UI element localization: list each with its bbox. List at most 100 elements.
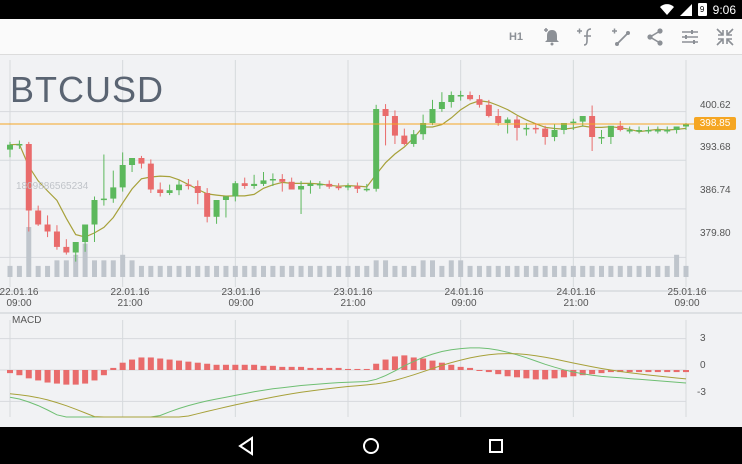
status-icons: 9 9:06 — [659, 0, 736, 19]
candle-body — [373, 109, 380, 189]
volume-bar — [157, 265, 163, 277]
candle-body — [82, 224, 89, 242]
volume-bar — [505, 265, 511, 277]
macd-histogram-bar — [495, 370, 502, 375]
drawing-tool-icon[interactable] — [609, 25, 633, 49]
volume-bar — [317, 265, 323, 277]
macd-histogram-bar — [382, 359, 389, 370]
volume-bar — [383, 260, 389, 277]
macd-histogram-bar — [213, 364, 220, 370]
volume-bar — [430, 260, 435, 277]
candle-body — [645, 130, 652, 132]
candle-body — [476, 99, 483, 105]
volume-bar — [458, 260, 464, 277]
settings-sliders-icon[interactable] — [678, 25, 702, 49]
macd-histogram-bar — [626, 370, 633, 373]
alert-icon[interactable] — [540, 25, 564, 49]
macd-histogram-bar — [476, 370, 483, 371]
volume-bar — [176, 265, 182, 277]
candle-body — [636, 130, 643, 132]
time-label: 24.01.16 21:00 — [556, 287, 596, 309]
volume-bar — [683, 265, 689, 277]
battery-icon: 9 — [697, 3, 707, 16]
candle-body — [251, 183, 258, 186]
macd-label: -3 — [697, 387, 706, 398]
macd-histogram-bar — [185, 361, 192, 370]
macd-histogram-bar — [166, 359, 173, 370]
interval-button[interactable]: H1 — [504, 25, 528, 49]
candle-body — [213, 200, 220, 217]
volume-bar — [655, 265, 661, 277]
macd-histogram-bar — [72, 370, 79, 385]
macd-histogram-bar — [204, 363, 211, 370]
volume-bar — [627, 265, 633, 277]
volume-bar — [270, 265, 276, 277]
volume-bar — [223, 265, 229, 277]
time-label: 23.01.16 21:00 — [333, 287, 373, 309]
macd-histogram-bar — [354, 368, 361, 370]
volume-bar — [326, 265, 332, 277]
macd-histogram-bar — [673, 370, 680, 373]
macd-histogram-bar — [523, 370, 530, 379]
macd-histogram-bar — [298, 366, 305, 370]
macd-histogram-bar — [636, 370, 643, 373]
volume-bar — [336, 265, 342, 277]
candle-body — [25, 144, 32, 211]
macd-histogram-bar — [279, 366, 286, 370]
candle-body — [345, 186, 351, 188]
macd-histogram-bar — [485, 370, 492, 373]
volume-bar — [110, 260, 116, 277]
volume-bar — [439, 265, 445, 277]
volume-bar — [411, 265, 417, 277]
macd-histogram-bar — [560, 370, 567, 378]
macd-histogram-bar — [129, 359, 136, 370]
macd-histogram-bar — [514, 370, 520, 378]
volume-bar — [570, 265, 576, 277]
macd-histogram-bar — [25, 370, 32, 379]
volume-bar — [542, 265, 548, 277]
watermark-text: 1809886565234 — [16, 181, 89, 192]
candle-body — [100, 198, 107, 201]
macd-histogram-bar — [598, 370, 605, 374]
candle-body — [542, 128, 549, 137]
candle-body — [410, 134, 417, 144]
volume-bar — [617, 265, 623, 277]
volume-bar — [63, 260, 69, 277]
wifi-icon — [659, 3, 674, 15]
macd-histogram-bar — [410, 357, 417, 370]
macd-histogram-bar — [16, 370, 23, 376]
candle-body — [176, 184, 182, 191]
symbol-title: BTCUSD — [10, 69, 165, 110]
macd-title: MACD — [12, 315, 42, 326]
volume-bar — [120, 254, 126, 277]
indicator-icon[interactable] — [574, 25, 598, 49]
volume-bar — [138, 265, 144, 277]
back-icon[interactable] — [236, 435, 258, 457]
volume-bar — [261, 265, 266, 277]
volume-bar — [92, 260, 97, 277]
macd-histogram-bar — [654, 370, 661, 373]
collapse-icon[interactable] — [713, 25, 737, 49]
macd-histogram-bar — [91, 370, 98, 381]
candle-body — [307, 183, 314, 186]
volume-bar — [45, 265, 51, 277]
candle-body — [617, 125, 624, 130]
volume-bar — [298, 265, 304, 277]
share-icon[interactable] — [643, 25, 667, 49]
signal-icon — [679, 3, 692, 16]
macd-histogram-bar — [542, 370, 549, 380]
macd-histogram-bar — [110, 367, 117, 370]
volume-bar — [608, 265, 614, 277]
macd-histogram-bar — [504, 370, 511, 377]
macd-histogram-bar — [7, 370, 13, 374]
candle-body — [138, 158, 145, 164]
home-icon[interactable] — [360, 435, 382, 457]
candle-body — [504, 119, 511, 123]
chart-area[interactable]: BTCUSD 1809886565234 398.85 400.62 393.6… — [0, 55, 742, 427]
candle-body — [523, 127, 530, 130]
recents-icon[interactable] — [485, 435, 507, 457]
candle-body — [241, 183, 248, 186]
macd-histogram-bar — [363, 368, 370, 370]
volume-bar — [251, 265, 257, 277]
time-label: 25.01.16 09:00 — [667, 287, 707, 309]
